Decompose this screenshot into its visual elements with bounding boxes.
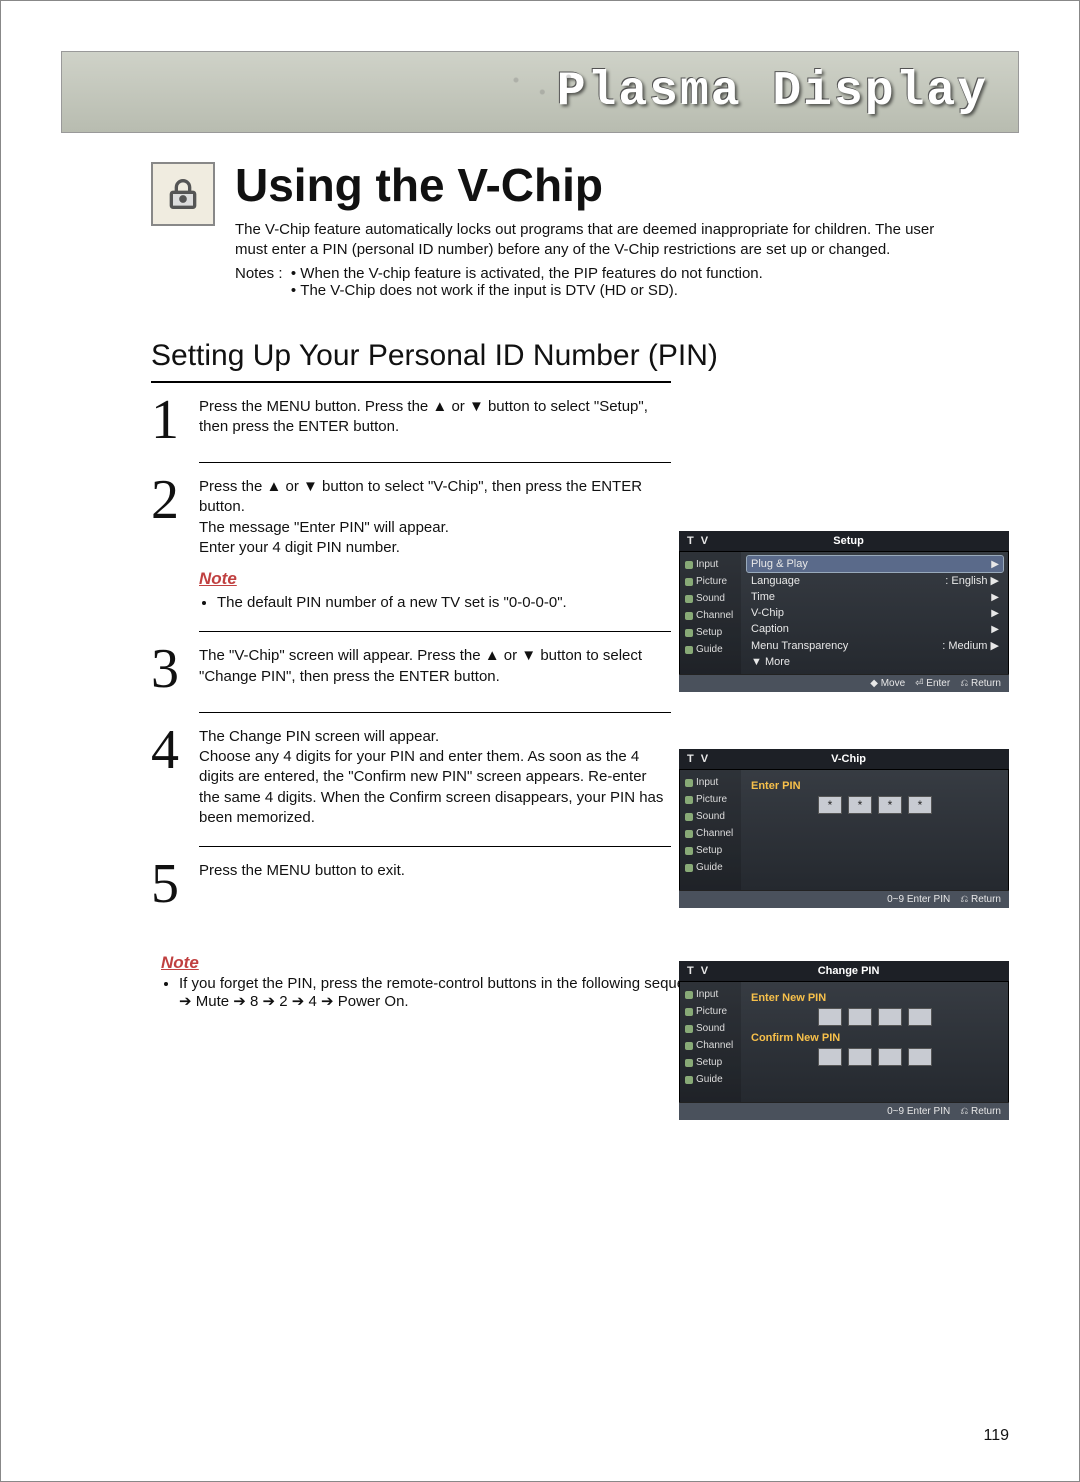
side-guide: Guide [696, 1074, 723, 1085]
pin-boxes: * * * * [747, 796, 1003, 814]
osd-title: V-Chip [831, 753, 866, 765]
pin-digit: * [908, 796, 932, 814]
foot-enter: ⏎ Enter [915, 678, 950, 689]
pin-digit: * [818, 796, 842, 814]
side-setup: Setup [696, 1057, 722, 1068]
osd-footer: 0~9 Enter PIN ⎌ Return [679, 890, 1009, 908]
foot-return: ⎌ Return [960, 678, 1001, 689]
step-number: 5 [151, 861, 199, 909]
side-channel: Channel [696, 1040, 733, 1051]
side-sound: Sound [696, 811, 725, 822]
foot-move: ◆ Move [870, 678, 905, 689]
note-item: The default PIN number of a new TV set i… [217, 593, 671, 613]
pin-boxes [747, 1008, 1003, 1026]
side-guide: Guide [696, 862, 723, 873]
section-heading: Setting Up Your Personal ID Number (PIN) [151, 339, 1019, 373]
row-caption: Caption [751, 623, 789, 635]
step-1: 1 Press the MENU button. Press the ▲ or … [151, 383, 671, 459]
osd-title: Change PIN [818, 965, 880, 977]
note-1: When the V-chip feature is activated, th… [300, 265, 763, 282]
enter-pin-label: Enter PIN [751, 780, 1003, 792]
step-number: 4 [151, 727, 199, 775]
osd-enterpin-screen: T V V-Chip Input Picture Sound Channel Se… [679, 749, 1009, 908]
osd-title: Setup [833, 535, 864, 547]
notes-block: Notes : • When the V-chip feature is act… [235, 265, 1019, 299]
side-setup: Setup [696, 627, 722, 638]
step-text: Press the MENU button. Press the ▲ or ▼ … [199, 397, 671, 438]
step-number: 2 [151, 477, 199, 525]
notes-label: Notes : [235, 265, 283, 282]
side-input: Input [696, 559, 718, 570]
note-list: The default PIN number of a new TV set i… [199, 593, 671, 613]
step-text: The Change PIN screen will appear. Choos… [199, 727, 671, 828]
side-sound: Sound [696, 1023, 725, 1034]
note-2: The V-Chip does not work if the input is… [300, 282, 678, 299]
foot-enterpin: 0~9 Enter PIN [887, 894, 950, 905]
row-more: ▼ More [751, 656, 790, 668]
step-4: 4 The Change PIN screen will appear. Cho… [151, 713, 671, 842]
step-2-text: Press the ▲ or ▼ button to select "V-Chi… [199, 478, 642, 556]
osd-tv: T V [679, 965, 718, 977]
step-3: 3 The "V-Chip" screen will appear. Press… [151, 632, 671, 708]
osd-sidebar: Input Picture Sound Channel Setup Guide [679, 770, 741, 890]
step-5: 5 Press the MENU button to exit. [151, 847, 671, 923]
osd-tv: T V [679, 753, 718, 765]
note-label: Note [199, 568, 671, 591]
osd-main: Plug & Play▶ Language: English ▶ Time▶ V… [741, 552, 1009, 674]
step-number: 1 [151, 397, 199, 445]
row-language-val: : English [945, 575, 987, 587]
row-language: Language [751, 575, 800, 587]
side-picture: Picture [696, 576, 727, 587]
lock-icon [151, 162, 215, 226]
osd-sidebar: Input Picture Sound Channel Setup Guide [679, 982, 741, 1102]
intro-text: The V-Chip feature automatically locks o… [235, 220, 955, 261]
osd-changepin-screen: T V Change PIN Input Picture Sound Channe… [679, 961, 1009, 1120]
side-guide: Guide [696, 644, 723, 655]
page-title: Using the V-Chip [235, 158, 1019, 212]
side-setup: Setup [696, 845, 722, 856]
step-number: 3 [151, 646, 199, 694]
row-menutrans: Menu Transparency [751, 640, 848, 652]
foot-return: ⎌ Return [960, 1106, 1001, 1117]
step-text: The "V-Chip" screen will appear. Press t… [199, 646, 671, 687]
manual-page: Plasma Display Using the V-Chip The V-Ch… [0, 0, 1080, 1482]
foot-return: ⎌ Return [960, 894, 1001, 905]
osd-sidebar: Input Picture Sound Channel Setup Guide [679, 552, 741, 674]
osd-footer: 0~9 Enter PIN ⎌ Return [679, 1102, 1009, 1120]
side-input: Input [696, 777, 718, 788]
page-number: 119 [983, 1427, 1009, 1445]
side-sound: Sound [696, 593, 725, 604]
pin-boxes [747, 1048, 1003, 1066]
row-plugplay: Plug & Play [751, 558, 808, 570]
confirm-new-pin-label: Confirm New PIN [751, 1032, 1003, 1044]
step-text: Press the MENU button to exit. [199, 861, 405, 881]
step-2: 2 Press the ▲ or ▼ button to select "V-C… [151, 463, 671, 627]
osd-tv: T V [679, 535, 718, 547]
heading-row: Using the V-Chip The V-Chip feature auto… [151, 158, 1019, 299]
pin-digit: * [848, 796, 872, 814]
side-picture: Picture [696, 1006, 727, 1017]
pin-digit: * [878, 796, 902, 814]
row-vchip: V-Chip [751, 607, 784, 619]
banner-title: Plasma Display [557, 65, 988, 119]
enter-new-pin-label: Enter New PIN [751, 992, 1003, 1004]
row-menutrans-val: : Medium [942, 640, 987, 652]
osd-main: Enter PIN * * * * [741, 770, 1009, 890]
row-time: Time [751, 591, 775, 603]
side-picture: Picture [696, 794, 727, 805]
step-text: Press the ▲ or ▼ button to select "V-Chi… [199, 477, 671, 613]
banner: Plasma Display [61, 51, 1019, 133]
osd-footer: ◆ Move ⏎ Enter ⎌ Return [679, 674, 1009, 692]
osd-main: Enter New PIN Confirm New PIN [741, 982, 1009, 1102]
side-channel: Channel [696, 610, 733, 621]
side-input: Input [696, 989, 718, 1000]
foot-enterpin: 0~9 Enter PIN [887, 1106, 950, 1117]
side-channel: Channel [696, 828, 733, 839]
osd-setup-screen: T V Setup Input Picture Sound Channel Set… [679, 531, 1009, 692]
